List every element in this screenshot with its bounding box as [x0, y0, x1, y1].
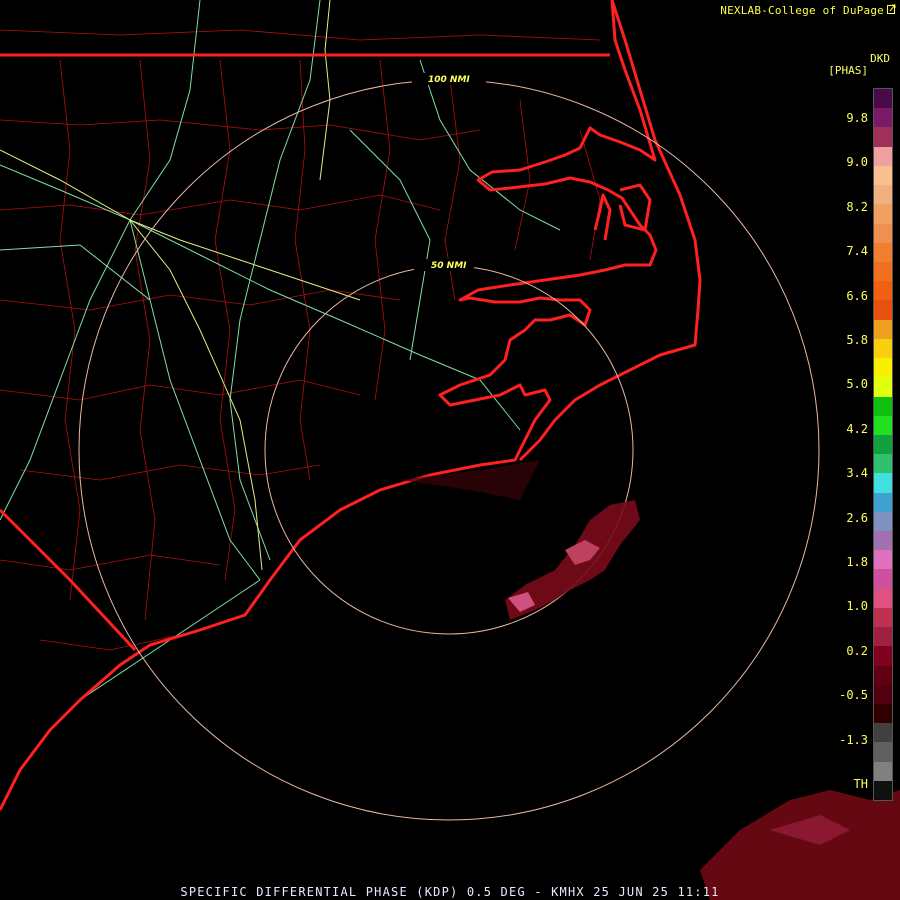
color-swatch	[874, 377, 892, 397]
scale-label: 4.2	[846, 421, 868, 436]
scale-label: 1.8	[846, 555, 868, 569]
color-swatch	[874, 223, 892, 243]
units-label: DKD [PHAS]	[828, 53, 890, 77]
color-swatch	[874, 454, 892, 474]
ring-label-100: 100 NMI	[428, 75, 470, 85]
range-rings	[78, 79, 820, 821]
units-unit: [PHAS]	[828, 64, 868, 77]
radar-echoes	[400, 460, 900, 900]
color-scale-bar	[873, 88, 893, 801]
state-borders	[0, 0, 702, 811]
color-swatch	[874, 627, 892, 647]
scale-label: 3.4	[846, 466, 868, 481]
color-swatch	[874, 281, 892, 301]
color-swatch	[874, 261, 892, 282]
color-swatch	[874, 319, 892, 339]
color-swatch	[874, 742, 892, 762]
color-swatch	[874, 415, 892, 435]
color-swatch	[874, 185, 892, 205]
scale-label: 9.0	[846, 155, 868, 170]
ring-label-50: 50 NMI	[431, 261, 467, 271]
scale-label: 5.0	[846, 377, 868, 392]
color-swatch	[874, 704, 892, 724]
color-swatch	[874, 550, 892, 570]
external-link-icon	[887, 4, 896, 14]
scale-label: 9.8	[846, 111, 868, 125]
scale-label: 2.6	[846, 510, 868, 525]
color-swatch	[874, 165, 892, 186]
interstates	[0, 0, 361, 571]
color-swatch	[874, 473, 892, 493]
color-swatch	[874, 569, 892, 589]
ring-labels: 100 NMI 50 NMI	[412, 73, 486, 271]
color-swatch	[874, 665, 892, 685]
radar-map: 100 NMI 50 NMI	[0, 0, 900, 900]
color-swatch	[874, 646, 892, 666]
color-swatch	[874, 607, 892, 628]
color-swatch	[874, 492, 892, 512]
scale-label: 7.4	[846, 244, 868, 259]
scale-label: 0.2	[846, 643, 868, 658]
color-swatch	[874, 338, 892, 359]
color-swatch	[874, 588, 892, 608]
color-swatch	[874, 358, 892, 378]
color-swatch	[874, 761, 892, 781]
scale-label: 5.8	[846, 333, 868, 347]
color-swatch	[874, 723, 892, 743]
scale-label: -1.3	[839, 732, 868, 747]
color-swatch	[874, 146, 892, 166]
scale-label: 8.2	[846, 199, 868, 214]
color-swatch	[874, 684, 892, 704]
color-swatch	[874, 511, 892, 532]
color-swatch	[874, 396, 892, 416]
color-swatch	[874, 780, 892, 801]
color-swatch	[874, 300, 892, 320]
color-swatch	[874, 242, 892, 262]
color-swatch	[874, 127, 892, 147]
scale-label: TH	[853, 777, 868, 791]
scale-label: 6.6	[846, 288, 868, 303]
color-swatch	[874, 108, 892, 128]
color-swatch	[874, 204, 892, 224]
credit-text: NEXLAB-College of DuPage	[720, 4, 884, 17]
scale-label: -0.5	[839, 688, 868, 703]
product-footer: SPECIFIC DIFFERENTIAL PHASE (KDP) 0.5 DE…	[180, 885, 720, 899]
color-swatch	[874, 89, 892, 109]
color-swatch	[874, 434, 892, 455]
scale-label: 1.0	[846, 599, 868, 614]
color-swatch	[874, 531, 892, 551]
